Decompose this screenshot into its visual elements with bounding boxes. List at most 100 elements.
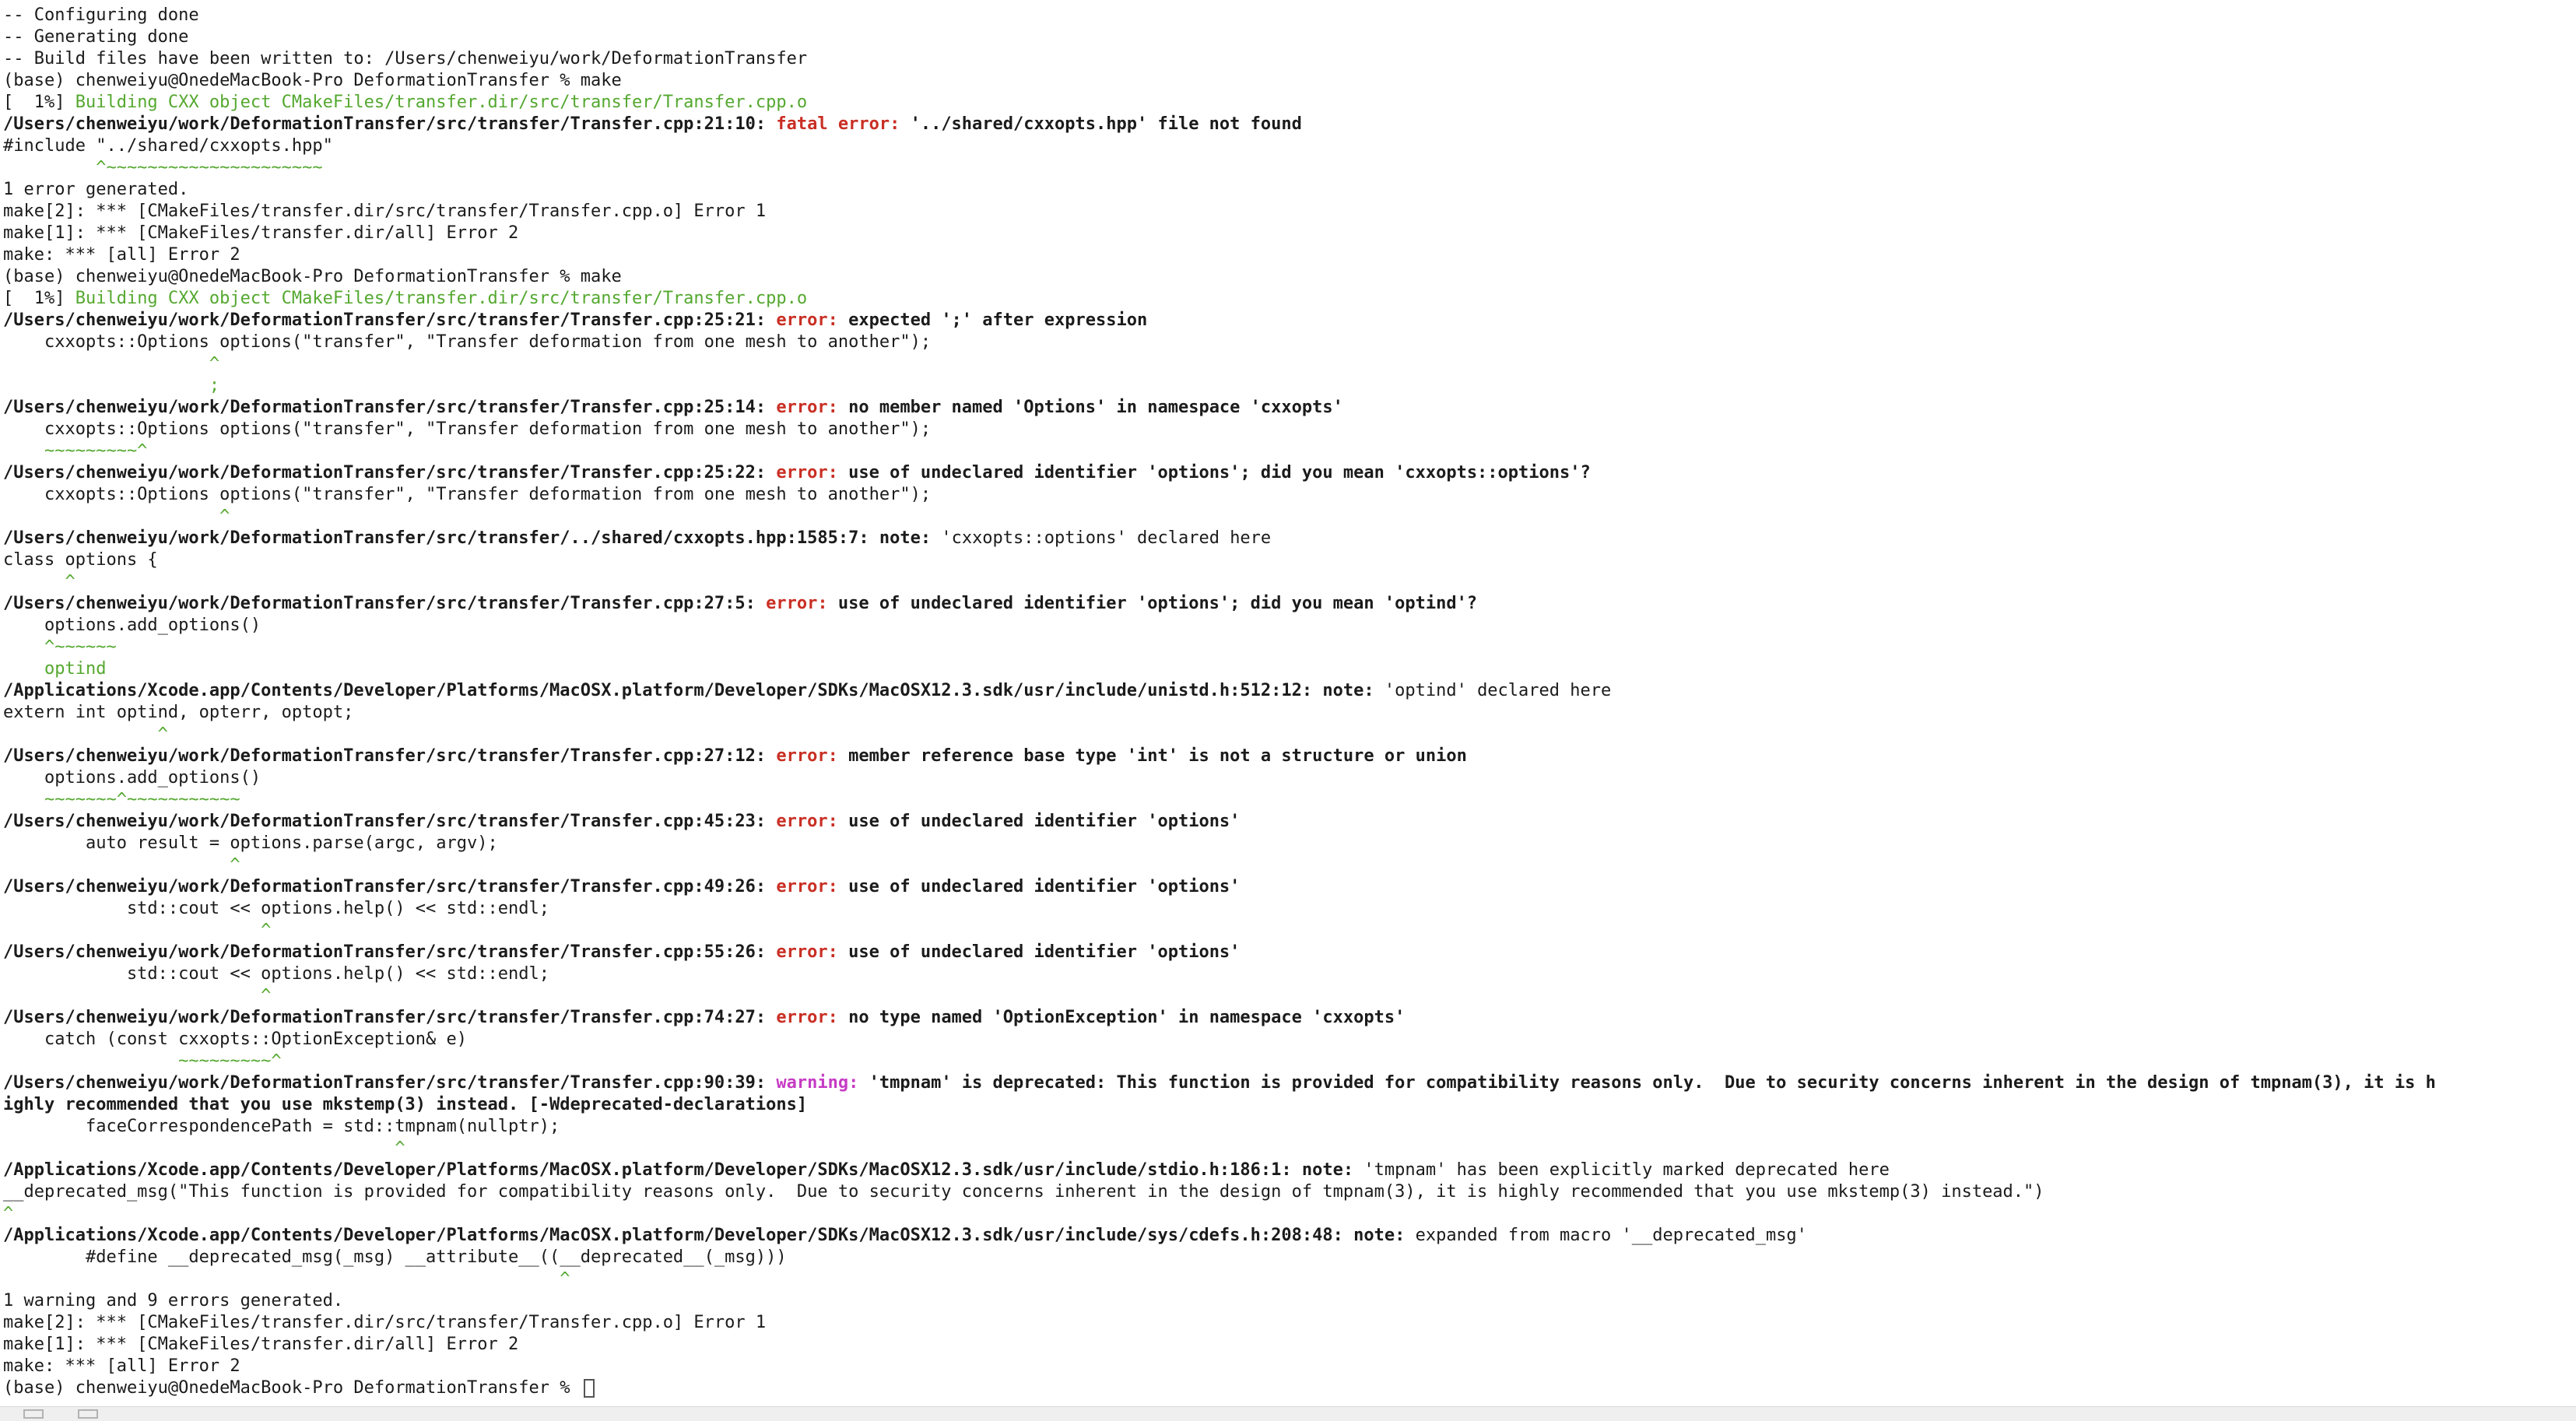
green-output-text: Building CXX object CMakeFiles/transfer.… (75, 93, 808, 112)
terminal-line: /Applications/Xcode.app/Contents/Develop… (3, 680, 2571, 702)
terminal-line: ^ (3, 1138, 2571, 1160)
terminal-line: make[2]: *** [CMakeFiles/transfer.dir/sr… (3, 201, 2571, 223)
terminal-line: cxxopts::Options options("transfer", "Tr… (3, 332, 2571, 353)
diagnostic-text: note: (879, 528, 942, 548)
diagnostic-text: note: (1301, 1160, 1364, 1180)
diagnostic-text: expected ';' after expression (848, 311, 1148, 330)
output-text: (base) chenweiyu@OnedeMacBook-Pro Deform… (3, 1378, 581, 1398)
diagnostic-text: /Users/chenweiyu/work/DeformationTransfe… (3, 746, 777, 766)
terminal-line: -- Generating done (3, 26, 2571, 48)
diagnostic-text: ighly recommended that you use mkstemp(3… (3, 1095, 808, 1114)
diagnostic-text: 'tmpnam' is deprecated: This function is… (869, 1073, 2436, 1093)
green-output-text: ^ (3, 725, 168, 744)
terminal-line: /Users/chenweiyu/work/DeformationTransfe… (3, 114, 2571, 135)
terminal-line: cxxopts::Options options("transfer", "Tr… (3, 484, 2571, 506)
green-output-text: ^ (3, 855, 240, 875)
output-text: 'cxxopts::options' declared here (941, 528, 1272, 548)
diagnostic-text: /Users/chenweiyu/work/DeformationTransfe… (3, 877, 777, 896)
output-text: cxxopts::Options options("transfer", "Tr… (3, 419, 932, 439)
error-label: error: (766, 594, 838, 613)
error-label: fatal error: (776, 114, 911, 134)
terminal-line: #include "../shared/cxxopts.hpp" (3, 135, 2571, 157)
diagnostic-text: /Users/chenweiyu/work/DeformationTransfe… (3, 398, 777, 417)
terminal-line: make[1]: *** [CMakeFiles/transfer.dir/al… (3, 1334, 2571, 1356)
diagnostic-text: /Applications/Xcode.app/Contents/Develop… (3, 681, 1323, 700)
warning-label: warning: (776, 1073, 869, 1093)
terminal-line: #define __deprecated_msg(_msg) __attribu… (3, 1247, 2571, 1268)
terminal-line: make[1]: *** [CMakeFiles/transfer.dir/al… (3, 223, 2571, 244)
diagnostic-text: /Users/chenweiyu/work/DeformationTransfe… (3, 942, 777, 962)
terminal-line: ^ (3, 724, 2571, 746)
terminal-line: /Users/chenweiyu/work/DeformationTransfe… (3, 397, 2571, 419)
green-output-text: ^ (3, 1204, 14, 1223)
output-text: make[2]: *** [CMakeFiles/transfer.dir/sr… (3, 202, 767, 221)
output-text: 1 error generated. (3, 180, 189, 199)
output-text: #include "../shared/cxxopts.hpp" (3, 136, 333, 156)
green-output-text: ^ (3, 1139, 405, 1158)
window-bottom-strip (0, 1406, 2576, 1421)
green-output-text: Building CXX object CMakeFiles/transfer.… (75, 289, 808, 308)
green-output-text: optind (3, 659, 107, 679)
diagnostic-text: use of undeclared identifier 'options'; … (848, 463, 1591, 482)
terminal-output[interactable]: -- Configuring done -- Generating done -- … (3, 5, 2571, 1405)
error-label: error: (776, 942, 849, 962)
terminal-line: ighly recommended that you use mkstemp(3… (3, 1094, 2571, 1116)
terminal-line: options.add_options() (3, 615, 2571, 637)
output-text: extern int optind, opterr, optopt; (3, 703, 354, 722)
terminal-line: /Applications/Xcode.app/Contents/Develop… (3, 1225, 2571, 1247)
terminal-line: make[2]: *** [CMakeFiles/transfer.dir/sr… (3, 1312, 2571, 1334)
terminal-line: /Users/chenweiyu/work/DeformationTransfe… (3, 1007, 2571, 1029)
output-text: -- Build files have been written to: /Us… (3, 49, 808, 68)
green-output-text: ^~~~~~~~~~~~~~~~~~~~~~ (3, 158, 323, 177)
terminal-line: std::cout << options.help() << std::endl… (3, 898, 2571, 920)
diagnostic-text: /Applications/Xcode.app/Contents/Develop… (3, 1160, 1302, 1180)
output-text: expanded from macro '__deprecated_msg' (1415, 1226, 1807, 1245)
terminal-line: [ 1%] Building CXX object CMakeFiles/tra… (3, 92, 2571, 114)
terminal-line: make: *** [all] Error 2 (3, 1356, 2571, 1377)
diagnostic-text: /Users/chenweiyu/work/DeformationTransfe… (3, 812, 777, 831)
terminal-line: ^~~~~~~~~~~~~~~~~~~~~~ (3, 157, 2571, 179)
output-text: options.add_options() (3, 616, 261, 635)
output-text: make[1]: *** [CMakeFiles/transfer.dir/al… (3, 223, 519, 243)
terminal-line: ^ (3, 854, 2571, 876)
terminal-line: std::cout << options.help() << std::endl… (3, 963, 2571, 985)
output-text: -- Configuring done (3, 5, 199, 25)
terminal-line: [ 1%] Building CXX object CMakeFiles/tra… (3, 288, 2571, 310)
diagnostic-text: '../shared/cxxopts.hpp' file not found (910, 114, 1302, 134)
output-text: cxxopts::Options options("transfer", "Tr… (3, 332, 932, 352)
split-pane-icon (78, 1409, 98, 1419)
terminal-line: extern int optind, opterr, optopt; (3, 702, 2571, 724)
output-text: make: *** [all] Error 2 (3, 1356, 240, 1376)
diagnostic-text: /Applications/Xcode.app/Contents/Develop… (3, 1226, 1354, 1245)
output-text: (base) chenweiyu@OnedeMacBook-Pro Deform… (3, 267, 622, 286)
terminal-line: -- Configuring done (3, 5, 2571, 26)
output-text: 'optind' declared here (1384, 681, 1612, 700)
error-label: error: (776, 311, 849, 330)
output-text: make: *** [all] Error 2 (3, 245, 240, 265)
output-text: make[1]: *** [CMakeFiles/transfer.dir/al… (3, 1335, 519, 1354)
terminal-line: make: *** [all] Error 2 (3, 244, 2571, 266)
diagnostic-text: note: (1353, 1226, 1416, 1245)
terminal-line: ~~~~~~~~~^ (3, 440, 2571, 462)
terminal-line: /Users/chenweiyu/work/DeformationTransfe… (3, 1072, 2571, 1094)
output-text: cxxopts::Options options("transfer", "Tr… (3, 485, 932, 504)
terminal-line: (base) chenweiyu@OnedeMacBook-Pro Deform… (3, 70, 2571, 92)
terminal-line: ~~~~~~~^~~~~~~~~~~~ (3, 789, 2571, 811)
terminal-line: __deprecated_msg("This function is provi… (3, 1181, 2571, 1203)
terminal-line: class options { (3, 549, 2571, 571)
terminal-line: -- Build files have been written to: /Us… (3, 48, 2571, 70)
output-text: -- Generating done (3, 27, 189, 47)
diagnostic-text: /Users/chenweiyu/work/DeformationTransfe… (3, 311, 777, 330)
diagnostic-text: use of undeclared identifier 'options' (848, 812, 1241, 831)
terminal-line: /Users/chenweiyu/work/DeformationTransfe… (3, 811, 2571, 833)
terminal-line: /Users/chenweiyu/work/DeformationTransfe… (3, 876, 2571, 898)
tab-icon (23, 1409, 44, 1419)
terminal-line: ^ (3, 353, 2571, 375)
green-output-text: ^~~~~~~ (3, 637, 117, 657)
green-output-text: ^ (3, 507, 230, 526)
green-output-text: ^ (3, 1269, 570, 1289)
terminal-line: /Users/chenweiyu/work/DeformationTransfe… (3, 593, 2571, 615)
diagnostic-text: member reference base type 'int' is not … (848, 746, 1467, 766)
terminal-line: /Users/chenweiyu/work/DeformationTransfe… (3, 942, 2571, 963)
terminal-line: ~~~~~~~~~^ (3, 1051, 2571, 1072)
